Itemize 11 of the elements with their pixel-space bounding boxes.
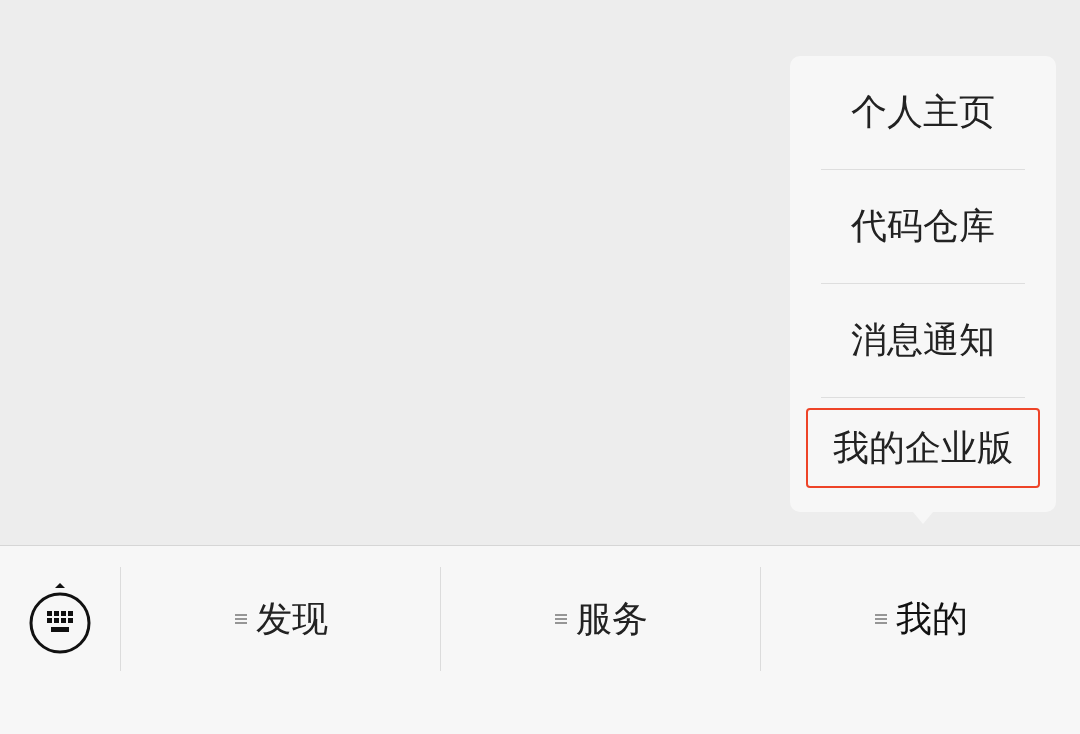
menu-tab[interactable]: 我的 [873, 594, 968, 644]
menu-item[interactable]: 个人主页 [821, 56, 1025, 169]
keyboard-icon[interactable] [27, 581, 93, 656]
menu-item[interactable]: 消息通知 [821, 284, 1025, 397]
menu-item[interactable]: 我的企业版 [806, 408, 1040, 488]
menu-lines-icon [873, 612, 888, 626]
menu-tab[interactable]: 服务 [553, 594, 648, 644]
menu-item[interactable]: 代码仓库 [821, 170, 1025, 283]
menu-lines-icon [233, 612, 248, 626]
menu-lines-icon [553, 612, 568, 626]
menu-tab[interactable]: 发现 [233, 594, 328, 644]
